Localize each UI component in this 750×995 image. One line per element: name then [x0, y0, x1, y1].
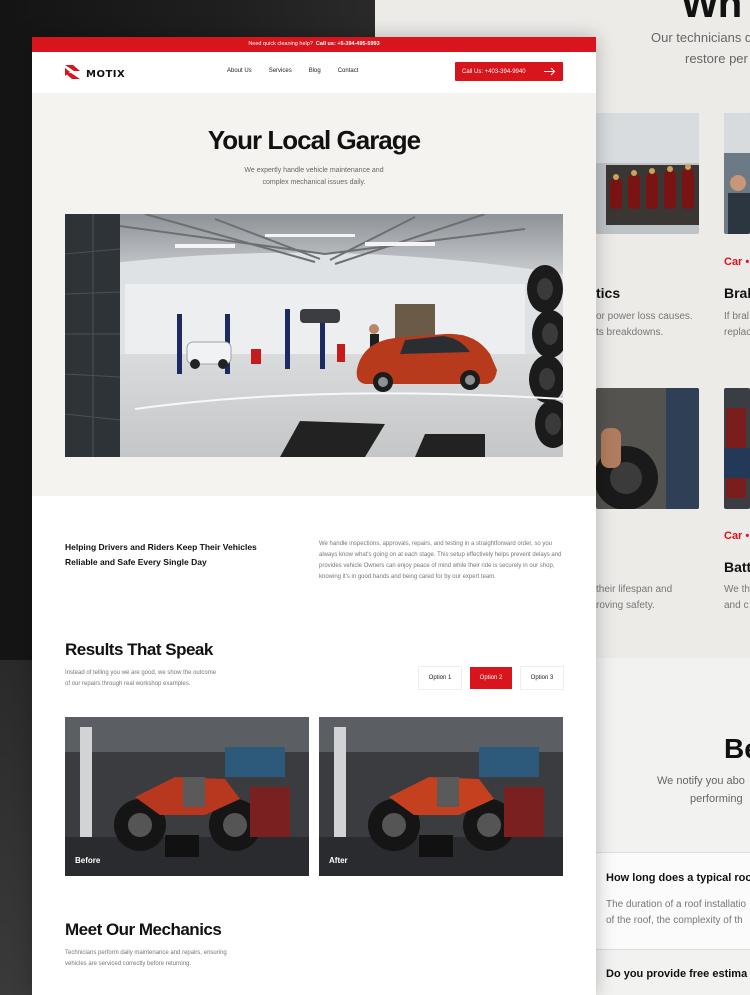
dark-backdrop-strip: [0, 660, 32, 995]
arrow-right-icon: [544, 67, 556, 78]
bg-card-title: Batt: [724, 559, 750, 575]
bg-card-text: and c: [724, 600, 749, 611]
bg-card-text: or power loss causes.: [596, 311, 693, 322]
bg-card-text: We th: [724, 584, 750, 595]
results-description-line: Instead of telling you we are good, we s…: [65, 670, 217, 676]
navbar: MOTIX About Us Services Blog Contact Cal…: [32, 52, 596, 93]
about-heading-line: Helping Drivers and Riders Keep Their Ve…: [65, 542, 257, 552]
before-image: Before: [65, 717, 309, 876]
hero-subtitle-line: We expertly handle vehicle maintenance a…: [244, 167, 384, 174]
bg-card-title: Bral: [724, 285, 750, 301]
bg-card-category: Car •: [724, 256, 750, 268]
bg-faq-question: How long does a typical roo: [606, 872, 750, 884]
bg-faq-answer: of the roof, the complexity of th: [606, 915, 743, 926]
before-label: Before: [75, 856, 101, 865]
bg-intro: restore per: [685, 51, 748, 66]
mechanics-description: Technicians perform daily maintenance an…: [65, 948, 275, 970]
about-section: Helping Drivers and Riders Keep Their Ve…: [32, 496, 596, 621]
nav-links: About Us Services Blog Contact: [227, 68, 358, 74]
bg-card-image-tires: [596, 388, 699, 509]
announcement-bar: Need quick cleaning help? Call us: +5-39…: [32, 37, 596, 52]
bg-card-image-brakes: [724, 113, 750, 234]
bg-intro: Our technicians d: [651, 30, 750, 45]
hero-title: Your Local Garage: [207, 125, 421, 155]
announcement-text: Need quick cleaning help?: [248, 41, 313, 47]
results-description-line: of our repairs through real workshop exa…: [65, 681, 191, 687]
bg-card-title: tics: [596, 285, 621, 301]
bg-section-text: We notify you abo: [657, 775, 745, 787]
hero-subtitle: We expertly handle vehicle maintenance a…: [32, 165, 596, 189]
logo[interactable]: MOTIX: [65, 65, 125, 84]
mechanics-description-line: vehicles are serviced correctly before r…: [65, 961, 192, 967]
mechanics-description-line: Technicians perform daily maintenance an…: [65, 950, 227, 956]
announcement-phone[interactable]: Call us: +5-394-495-5993: [316, 41, 380, 47]
tab-option-3[interactable]: Option 3: [521, 667, 563, 689]
about-heading: Helping Drivers and Riders Keep Their Ve…: [65, 540, 285, 570]
call-us-button[interactable]: Call Us: +403-394-9940: [455, 62, 563, 81]
after-label: After: [329, 856, 348, 865]
about-heading-line: Reliable and Safe Every Single Day: [65, 557, 207, 567]
bg-card-category: Car •: [724, 530, 750, 542]
bg-section-text: performing: [690, 793, 743, 805]
results-description: Instead of telling you we are good, we s…: [65, 668, 265, 690]
bg-section-title: Be: [724, 733, 750, 764]
about-body: We handle inspections, approvals, repair…: [319, 541, 562, 580]
bg-card-text: If bral: [724, 311, 750, 322]
nav-link-blog[interactable]: Blog: [309, 68, 321, 74]
hero-garage-image: [65, 214, 563, 457]
mechanics-title: Meet Our Mechanics: [65, 920, 222, 939]
logo-icon: [65, 65, 80, 84]
tab-option-2[interactable]: Option 2: [470, 667, 512, 689]
results-title: Results That Speak: [65, 640, 213, 659]
nav-link-about[interactable]: About Us: [227, 68, 252, 74]
bg-card-text: ts breakdowns.: [596, 327, 664, 338]
bg-card-image-battery: [724, 388, 750, 509]
call-us-label: Call Us: +403-394-9940: [462, 68, 526, 75]
bg-heading: Wh: [681, 0, 742, 26]
main-page: Need quick cleaning help? Call us: +5-39…: [32, 37, 596, 995]
after-image: After: [319, 717, 563, 876]
bg-faq-question: Do you provide free estima: [606, 968, 748, 980]
bg-card-image-engine: [596, 113, 699, 234]
bg-faq-answer: The duration of a roof installatio: [606, 899, 747, 910]
bg-card-text: replac: [724, 327, 750, 338]
tab-option-1[interactable]: Option 1: [419, 667, 461, 689]
background-page: Wh Our technicians d restore per tics or: [596, 0, 750, 995]
bg-card-text: their lifespan and: [596, 584, 673, 595]
hero-section: Your Local Garage We expertly handle veh…: [32, 93, 596, 496]
logo-text: MOTIX: [86, 69, 126, 80]
nav-link-services[interactable]: Services: [269, 68, 292, 74]
nav-link-contact[interactable]: Contact: [338, 68, 359, 74]
bg-card-text: roving safety.: [596, 600, 655, 611]
bg-faq-item: How long does a typical roo The duration…: [596, 852, 750, 950]
hero-subtitle-line: complex mechanical issues daily.: [262, 179, 366, 186]
